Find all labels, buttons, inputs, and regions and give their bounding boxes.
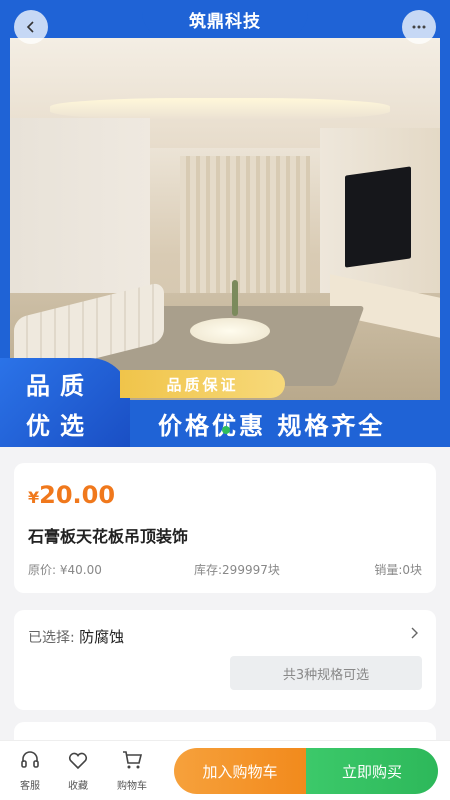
photo-coffee-table xyxy=(190,318,270,344)
more-icon xyxy=(412,25,426,29)
original-price: 原价: ¥40.00 xyxy=(28,563,102,577)
photo-curtain xyxy=(180,156,310,296)
bottom-action-bar: 客服 收藏 购物车 加入购物车 立即购买 xyxy=(0,740,450,800)
price-value: 20.00 xyxy=(39,481,116,509)
headset-icon xyxy=(21,751,39,768)
selected-spec-value: 防腐蚀 xyxy=(79,628,125,646)
more-button[interactable] xyxy=(402,10,436,44)
photo-tv xyxy=(345,166,411,268)
promo-line-2: 优选 xyxy=(26,411,94,440)
product-banner: 筑鼎科技 品质 优选 品质保证 价格优惠 规格齐全 xyxy=(0,0,450,447)
stock-count: 库存:299997块 xyxy=(194,563,280,577)
heart-icon xyxy=(68,752,88,770)
carousel-indicator[interactable] xyxy=(222,426,230,434)
add-to-cart-button[interactable]: 加入购物车 xyxy=(174,748,306,794)
cart-icon xyxy=(123,751,143,769)
cart-label: 购物车 xyxy=(117,781,147,792)
currency-symbol: ¥ xyxy=(28,488,40,507)
back-icon xyxy=(26,21,34,33)
price-card: ¥20.00 石膏板天花板吊顶装饰 原价: ¥40.00 库存:299997块 … xyxy=(14,463,436,593)
promo-bar: 品质 优选 品质保证 价格优惠 规格齐全 xyxy=(0,358,450,447)
promo-slogan: 价格优惠 规格齐全 xyxy=(158,412,386,440)
spec-card[interactable]: 已选择: 防腐蚀 共3种规格可选 xyxy=(14,610,436,710)
cart-button[interactable]: 购物车 xyxy=(112,749,152,792)
favorite-label: 收藏 xyxy=(68,781,88,792)
product-price: ¥20.00 xyxy=(28,481,115,509)
service-button[interactable]: 客服 xyxy=(10,749,50,792)
back-button[interactable] xyxy=(14,10,48,44)
sales-count: 销量:0块 xyxy=(374,563,422,577)
selected-spec-label: 已选择: xyxy=(28,630,80,646)
favorite-button[interactable]: 收藏 xyxy=(58,749,98,792)
chevron-right-icon[interactable] xyxy=(410,624,420,645)
selected-spec: 已选择: 防腐蚀 xyxy=(28,626,124,647)
buy-now-button[interactable]: 立即购买 xyxy=(306,748,438,794)
shop-name: 筑鼎科技 xyxy=(142,0,308,38)
promo-quality-block: 品质 优选 xyxy=(0,358,130,447)
quality-badge: 品质保证 xyxy=(120,370,285,398)
photo-left-wall xyxy=(10,118,150,308)
product-photo xyxy=(10,38,440,400)
promo-line-1: 品质 xyxy=(26,371,94,400)
product-title: 石膏板天花板吊顶装饰 xyxy=(28,527,189,546)
photo-ceiling-light xyxy=(50,98,390,120)
spec-options-button[interactable]: 共3种规格可选 xyxy=(230,656,422,690)
service-label: 客服 xyxy=(20,781,40,792)
photo-plant xyxy=(232,280,238,316)
